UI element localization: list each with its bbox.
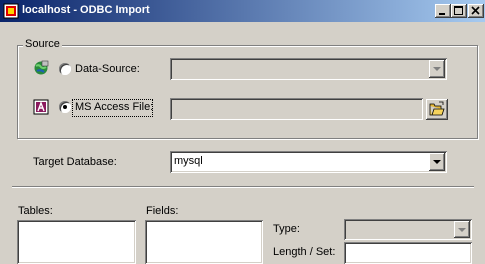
length-set-input[interactable]	[344, 242, 472, 264]
open-folder-icon	[429, 101, 445, 116]
type-dropdown-button[interactable]	[454, 221, 470, 238]
fields-listbox[interactable]	[145, 220, 263, 264]
separator	[12, 186, 474, 188]
chevron-down-icon	[433, 67, 441, 71]
access-file-label: MS Access File:	[75, 101, 154, 113]
target-database-dropdown-button[interactable]	[429, 153, 445, 171]
access-file-radio[interactable]	[59, 101, 71, 113]
data-source-dropdown-button[interactable]	[429, 60, 445, 78]
data-source-label: Data-Source:	[75, 63, 140, 75]
fields-label: Fields:	[146, 205, 179, 217]
length-set-label: Length / Set:	[273, 246, 336, 258]
tables-label: Tables:	[18, 205, 53, 217]
type-select[interactable]	[344, 219, 472, 240]
odbc-globe-icon	[33, 60, 49, 76]
type-label: Type:	[273, 223, 300, 235]
maximize-button[interactable]	[451, 4, 467, 18]
close-button[interactable]	[468, 4, 484, 18]
close-icon	[471, 6, 480, 15]
minimize-icon	[439, 13, 445, 15]
window-title: localhost - ODBC Import	[22, 4, 150, 16]
app-icon	[3, 3, 19, 19]
chevron-down-icon	[458, 228, 466, 232]
access-file-icon	[33, 99, 49, 115]
maximize-icon	[454, 6, 463, 15]
access-file-path-input[interactable]	[170, 98, 423, 120]
title-bar[interactable]: localhost - ODBC Import	[0, 0, 485, 22]
data-source-radio[interactable]	[59, 63, 71, 75]
minimize-button[interactable]	[435, 4, 451, 18]
target-database-label: Target Database:	[33, 156, 117, 168]
target-database-value: mysql	[174, 155, 203, 167]
source-legend: Source	[23, 38, 62, 50]
target-database-select[interactable]: mysql	[170, 151, 447, 173]
data-source-select[interactable]	[170, 58, 447, 80]
tables-listbox[interactable]	[17, 220, 136, 264]
chevron-down-icon	[433, 160, 441, 164]
browse-button[interactable]	[426, 99, 448, 120]
